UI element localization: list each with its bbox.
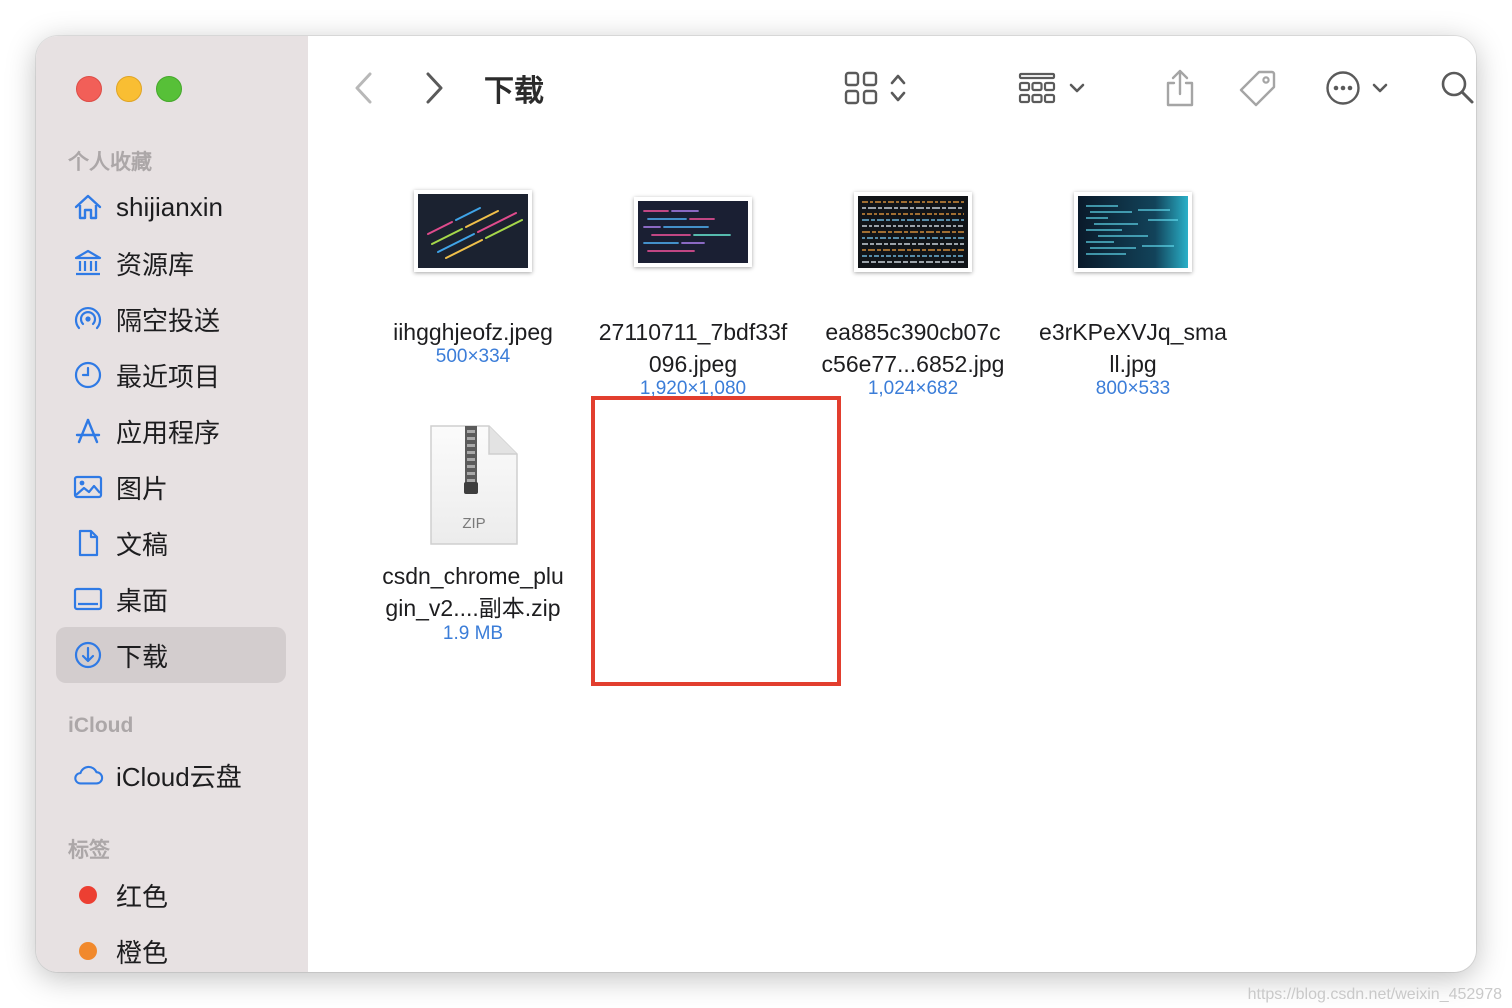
window-title: 下载 [484,75,544,108]
clock-icon [72,359,104,391]
chevron-left-icon [355,72,372,104]
file-thumbnail [1074,192,1192,272]
sidebar-tag-red[interactable]: 红色 [56,867,286,923]
home-icon [72,191,104,223]
file-thumbnail [414,190,532,272]
sidebar-item-applications[interactable]: 应用程序 [56,403,286,459]
tag-button[interactable] [1236,66,1280,110]
chevron-down-icon [1372,83,1388,93]
sidebar-tag-orange[interactable]: 橙色 [56,923,286,972]
file-item[interactable]: e3rKPeXVJq_sma ll.jpg 800×533 [1023,186,1243,416]
forward-button[interactable] [414,68,454,108]
zip-file-icon: ZIP [427,424,521,548]
sidebar-item-label: 下载 [116,641,169,672]
favorites-section-title: 个人收藏 [68,151,152,174]
sidebar-item-documents[interactable]: 文稿 [56,515,286,571]
share-icon [1166,69,1194,107]
file-name-line-2: 096.jpeg [648,351,738,377]
icloud-section-title: iCloud [68,714,134,737]
photo-icon [72,471,104,503]
minimize-window-button[interactable] [116,76,142,102]
file-item-zip[interactable]: ZIP csdn_chrome_plu gin_v2....副本.zip 1.9… [363,424,583,654]
file-name-line-2: c56e77...6852.jpg [821,351,1005,377]
zoom-window-button[interactable] [156,76,182,102]
sidebar-item-label: iCloud云盘 [116,761,242,792]
sidebar: 个人收藏 shijianxin 资源库 隔空投送 最近项目 应用程序 图片 文稿… [36,36,309,972]
search-icon [1441,71,1474,104]
file-info: 1.9 MB [442,623,504,644]
sidebar-item-label: 图片 [116,473,169,504]
airdrop-icon [72,303,104,335]
group-button[interactable] [1014,66,1090,110]
sidebar-item-recents[interactable]: 最近项目 [56,347,286,403]
sidebar-item-label: 红色 [116,881,169,912]
zip-badge: ZIP [462,515,486,532]
sidebar-item-label: 应用程序 [116,417,221,448]
cloud-icon [72,759,104,791]
sidebar-item-library[interactable]: 资源库 [56,235,286,291]
main-content: 下载 iihgghjeofz.jpeg 500×334 27110711_7bd… [308,36,1476,972]
more-icon [1326,71,1360,105]
red-tag-dot-icon [79,886,97,904]
file-name: iihgghjeofz.jpeg [393,319,553,345]
file-name-line-1: ea885c390cb07c [825,319,1001,345]
highlight-box [591,396,841,686]
back-button[interactable] [344,68,384,108]
tags-section-title: 标签 [68,839,110,862]
sidebar-item-label: 资源库 [116,249,195,280]
search-button[interactable] [1436,66,1476,110]
document-icon [72,527,104,559]
watermark: https://blog.csdn.net/weixin_452978 [1247,986,1502,1003]
sidebar-item-airdrop[interactable]: 隔空投送 [56,291,286,347]
file-item[interactable]: 27110711_7bdf33f 096.jpeg 1,920×1,080 [583,186,803,416]
sidebar-item-pictures[interactable]: 图片 [56,459,286,515]
file-name-line-2: ll.jpg [1109,351,1157,377]
share-button[interactable] [1160,64,1200,112]
tag-icon [1239,70,1276,107]
sidebar-item-label: 隔空投送 [116,305,221,336]
chevron-down-icon [1069,83,1085,93]
chevron-updown-icon [890,74,906,102]
chevron-right-icon [426,72,443,104]
sidebar-item-label: 桌面 [116,585,169,616]
sidebar-item-downloads[interactable]: 下载 [56,627,286,683]
file-item[interactable]: ea885c390cb07c c56e77...6852.jpg 1,024×6… [803,186,1023,416]
sidebar-item-label: 橙色 [116,937,169,968]
library-icon [72,247,104,279]
sidebar-item-icloud-drive[interactable]: iCloud云盘 [56,747,286,803]
file-name-line-1: 27110711_7bdf33f [598,319,788,345]
sidebar-item-label: 最近项目 [116,361,221,392]
sidebar-item-home[interactable]: shijianxin [56,179,286,235]
more-actions-button[interactable] [1320,66,1394,110]
file-thumbnail [634,197,752,267]
file-name-line-1: e3rKPeXVJq_sma [1039,319,1227,345]
sidebar-item-desktop[interactable]: 桌面 [56,571,286,627]
sidebar-item-label: 文稿 [116,529,169,560]
file-name-line-2: gin_v2....副本.zip [385,595,561,621]
file-thumbnail [854,192,972,272]
grid-view-icon [844,71,878,105]
file-name-line-1: csdn_chrome_plu [382,563,564,589]
file-info: 800×533 [1095,378,1171,399]
finder-window: 个人收藏 shijianxin 资源库 隔空投送 最近项目 应用程序 图片 文稿… [36,36,1476,972]
desktop-icon [72,583,104,615]
file-info: 500×334 [435,346,511,367]
sidebar-item-label: shijianxin [116,191,223,222]
group-icon [1018,72,1056,104]
view-mode-button[interactable] [838,66,914,110]
file-item[interactable]: iihgghjeofz.jpeg 500×334 [363,186,583,386]
close-window-button[interactable] [76,76,102,102]
download-icon [72,639,104,671]
applications-icon [72,415,104,447]
orange-tag-dot-icon [79,942,97,960]
